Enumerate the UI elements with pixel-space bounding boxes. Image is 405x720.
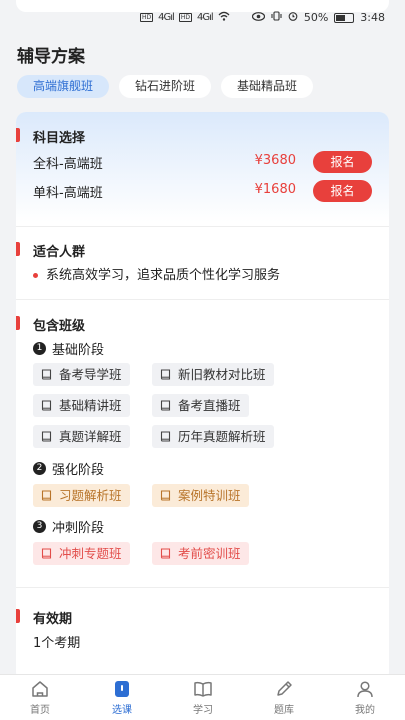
user-icon xyxy=(357,681,373,698)
stage-number-badge: 2 xyxy=(33,462,46,475)
book-icon xyxy=(41,400,52,411)
enroll-button-single[interactable]: 报名 xyxy=(313,180,372,202)
book-icon xyxy=(41,490,52,501)
classes-section-title: 包含班级 xyxy=(33,319,86,334)
class-chip[interactable]: 新旧教材对比班 xyxy=(152,363,274,386)
home-icon xyxy=(32,681,48,697)
option-name: 单科-高端班 xyxy=(33,186,103,201)
nav-label: 选课 xyxy=(112,705,132,716)
eye-icon xyxy=(251,11,265,24)
nav-label: 我的 xyxy=(355,705,375,716)
battery-icon xyxy=(334,12,355,23)
class-chip[interactable]: 考前密训班 xyxy=(152,542,249,565)
divider xyxy=(16,587,389,588)
page-title: 辅导方案 xyxy=(17,47,85,67)
signal-icon-2: 4Gıl xyxy=(196,12,214,23)
nav-question-bank[interactable]: 题库 xyxy=(254,679,314,716)
section-marker xyxy=(16,609,20,623)
bottom-nav: 首页 选课 学习 题库 我的 xyxy=(0,674,405,720)
nav-label: 首页 xyxy=(30,705,50,716)
section-marker xyxy=(16,316,20,330)
battery-percent: 50% xyxy=(303,11,329,24)
nav-course[interactable]: 选课 xyxy=(92,679,152,716)
stage-basic: 1 基础阶段 xyxy=(33,339,104,358)
stage-intensive: 2 强化阶段 xyxy=(33,459,104,478)
class-chip[interactable]: 备考导学班 xyxy=(33,363,130,386)
class-chip[interactable]: 基础精讲班 xyxy=(33,394,130,417)
book-icon xyxy=(41,369,52,380)
book-icon xyxy=(41,431,52,442)
book-icon xyxy=(160,431,171,442)
option-price: ¥3680 xyxy=(254,153,296,168)
class-chip[interactable]: 习题解析班 xyxy=(33,484,130,507)
divider xyxy=(16,226,389,227)
plan-tabs: 高端旗舰班 钻石进阶班 基础精品班 xyxy=(17,75,314,98)
option-price: ¥1680 xyxy=(254,182,296,197)
nav-label: 题库 xyxy=(274,705,294,716)
subject-option-single: 单科-高端班 ¥1680 报名 xyxy=(33,180,372,202)
divider xyxy=(16,299,389,300)
audience-text: 系统高效学习，追求品质个性化学习服务 xyxy=(46,268,281,283)
nav-label: 学习 xyxy=(193,705,213,716)
hd-badge: HD xyxy=(140,13,154,22)
book-open-icon xyxy=(194,681,212,697)
status-left: HD 4Gıl HD 4Gıl xyxy=(140,11,230,24)
subject-option-full: 全科-高端班 ¥3680 报名 xyxy=(33,151,372,173)
hd-badge-2: HD xyxy=(178,13,192,22)
course-icon xyxy=(115,681,129,697)
class-chip[interactable]: 真题详解班 xyxy=(33,425,130,448)
section-marker xyxy=(16,128,20,142)
nav-mine[interactable]: 我的 xyxy=(335,679,395,716)
nav-study[interactable]: 学习 xyxy=(173,679,233,716)
tab-basic[interactable]: 基础精品班 xyxy=(221,75,314,98)
stage-number-badge: 1 xyxy=(33,342,46,355)
book-icon xyxy=(160,490,171,501)
subject-section-title: 科目选择 xyxy=(33,131,86,146)
pencil-icon xyxy=(277,681,292,696)
stage-label: 冲刺阶段 xyxy=(52,521,105,536)
vibrate-icon xyxy=(271,11,282,24)
class-chip[interactable]: 备考直播班 xyxy=(152,394,249,417)
validity-text: 1个考期 xyxy=(33,636,81,651)
validity-section-title: 有效期 xyxy=(33,612,73,627)
option-name: 全科-高端班 xyxy=(33,157,103,172)
audience-section-title: 适合人群 xyxy=(33,245,86,260)
enroll-button-full[interactable]: 报名 xyxy=(313,151,372,173)
tab-diamond[interactable]: 钻石进阶班 xyxy=(119,75,212,98)
status-right: 50% 3:48 xyxy=(251,11,385,24)
nav-home[interactable]: 首页 xyxy=(10,679,70,716)
tab-premium[interactable]: 高端旗舰班 xyxy=(17,75,110,98)
bullet-dot xyxy=(33,273,38,278)
book-icon xyxy=(160,400,171,411)
plan-detail-card: 科目选择 全科-高端班 ¥3680 报名 单科-高端班 ¥1680 报名 适合人… xyxy=(16,112,389,682)
book-icon xyxy=(41,548,52,559)
status-bar: HD 4Gıl HD 4Gıl 50% 3:48 xyxy=(0,8,405,30)
signal-icon: 4Gıl xyxy=(158,12,175,23)
book-icon xyxy=(160,369,171,380)
stage-label: 强化阶段 xyxy=(52,463,105,478)
class-chip[interactable]: 历年真题解析班 xyxy=(152,425,274,448)
class-chip[interactable]: 案例特训班 xyxy=(152,484,249,507)
wifi-icon xyxy=(218,11,230,24)
stage-label: 基础阶段 xyxy=(52,343,105,358)
class-chip[interactable]: 冲刺专题班 xyxy=(33,542,130,565)
section-marker xyxy=(16,242,20,256)
book-icon xyxy=(160,548,171,559)
stage-number-badge: 3 xyxy=(33,520,46,533)
stage-sprint: 3 冲刺阶段 xyxy=(33,517,104,536)
alarm-icon xyxy=(288,11,298,24)
audience-item: 系统高效学习，追求品质个性化学习服务 xyxy=(33,264,280,283)
clock-time: 3:48 xyxy=(360,11,385,24)
